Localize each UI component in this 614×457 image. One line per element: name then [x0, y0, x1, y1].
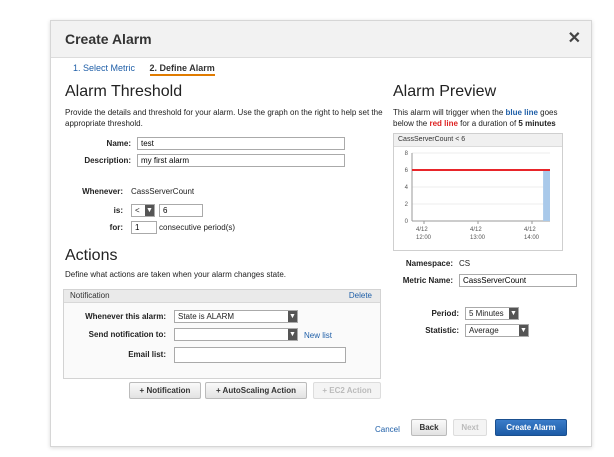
preview-description: This alarm will trigger when the blue li… — [393, 107, 565, 129]
new-list-link[interactable]: New list — [304, 331, 332, 340]
periods-suffix: consecutive period(s) — [159, 223, 236, 232]
alarm-state-value: State is ALARM — [178, 312, 235, 321]
add-notification-button[interactable]: + Notification — [129, 382, 201, 399]
chevron-down-icon: ▼ — [519, 325, 528, 336]
for-label: for: — [109, 223, 123, 232]
chevron-down-icon: ▼ — [288, 311, 297, 322]
create-alarm-dialog: Create Alarm ✕ 1. Select Metric 2. Defin… — [50, 20, 592, 447]
metric-series-bar — [543, 170, 550, 221]
y-tick-label: 6 — [405, 168, 409, 174]
add-ec2-action-button[interactable]: + EC2 Action — [313, 382, 381, 399]
x-tick-label: 12:00 — [416, 235, 432, 241]
alarm-preview-heading: Alarm Preview — [393, 83, 497, 100]
preview-text-after: for a duration of — [457, 119, 519, 128]
step-select-metric[interactable]: 1. Select Metric — [73, 63, 135, 73]
add-autoscaling-action-button[interactable]: + AutoScaling Action — [205, 382, 307, 399]
send-notification-label: Send notification to: — [88, 330, 166, 339]
next-button[interactable]: Next — [453, 419, 487, 436]
whenever-label: Whenever: — [82, 187, 123, 196]
chevron-down-icon: ▼ — [288, 329, 297, 340]
close-icon[interactable]: ✕ — [568, 28, 581, 48]
statistic-select[interactable]: Average ▼ — [465, 324, 529, 337]
wizard-steps: 1. Select Metric 2. Define Alarm — [73, 63, 227, 76]
step-define-alarm[interactable]: 2. Define Alarm — [149, 63, 215, 76]
name-label: Name: — [106, 139, 131, 148]
y-tick-label: 2 — [405, 202, 409, 208]
metric-name-label: Metric Name: — [402, 276, 453, 285]
send-notification-select[interactable]: ▼ — [174, 328, 298, 341]
notification-title: Notification — [70, 291, 110, 300]
statistic-label: Statistic: — [425, 326, 459, 335]
metric-name-field[interactable] — [459, 274, 577, 287]
chart-title: CassServerCount < 6 — [394, 134, 562, 147]
email-list-field[interactable] — [174, 347, 346, 363]
statistic-value: Average — [469, 326, 499, 335]
description-label: Description: — [84, 156, 131, 165]
email-list-label: Email list: — [128, 350, 166, 359]
operator-select[interactable]: < ▼ — [131, 204, 155, 217]
alarm-state-select[interactable]: State is ALARM ▼ — [174, 310, 298, 323]
x-tick-label: 4/12 — [470, 227, 482, 233]
dialog-title: Create Alarm — [65, 31, 152, 47]
x-tick-label: 4/12 — [524, 227, 536, 233]
alarm-preview-chart: CassServerCount < 6 8 6 4 2 0 4/12 12:00 4/12 13… — [393, 133, 563, 251]
notification-panel: Notification Delete Whenever this alarm:… — [63, 289, 381, 379]
blue-line-text: blue line — [505, 108, 538, 117]
red-line-text: red line — [429, 119, 458, 128]
chevron-down-icon: ▼ — [145, 205, 154, 216]
namespace-value: CS — [459, 259, 471, 268]
is-label: is: — [113, 206, 123, 215]
dialog-titlebar: Create Alarm ✕ — [51, 21, 591, 58]
cancel-link[interactable]: Cancel — [375, 425, 400, 434]
threshold-description: Provide the details and threshold for yo… — [65, 108, 383, 128]
chart-plot: 8 6 4 2 0 4/12 12:00 4/12 13:00 4/12 14:00 — [405, 151, 550, 241]
period-select[interactable]: 5 Minutes ▼ — [465, 307, 519, 320]
duration-text: 5 minutes — [518, 119, 556, 128]
preview-text-before: This alarm will trigger when the — [393, 108, 506, 117]
y-tick-label: 4 — [405, 185, 409, 191]
actions-heading: Actions — [65, 247, 118, 264]
notification-header: Notification Delete — [64, 290, 380, 303]
create-alarm-button[interactable]: Create Alarm — [495, 419, 567, 436]
periods-field[interactable] — [131, 221, 157, 234]
x-tick-label: 14:00 — [524, 235, 540, 241]
period-label: Period: — [431, 309, 459, 318]
namespace-label: Namespace: — [405, 259, 453, 268]
x-tick-label: 4/12 — [416, 227, 428, 233]
threshold-field[interactable] — [159, 204, 203, 217]
x-tick-label: 13:00 — [470, 235, 486, 241]
whenever-alarm-label: Whenever this alarm: — [85, 312, 166, 321]
y-tick-label: 0 — [405, 219, 409, 225]
actions-description: Define what actions are taken when your … — [65, 270, 287, 279]
y-tick-label: 8 — [405, 151, 409, 157]
alarm-threshold-heading: Alarm Threshold — [65, 83, 183, 100]
whenever-metric: CassServerCount — [131, 187, 195, 196]
period-value: 5 Minutes — [469, 309, 504, 318]
operator-value: < — [135, 206, 140, 215]
delete-notification-link[interactable]: Delete — [349, 291, 372, 300]
back-button[interactable]: Back — [411, 419, 447, 436]
name-field[interactable] — [137, 137, 345, 150]
chevron-down-icon: ▼ — [509, 308, 518, 319]
description-field[interactable] — [137, 154, 345, 167]
